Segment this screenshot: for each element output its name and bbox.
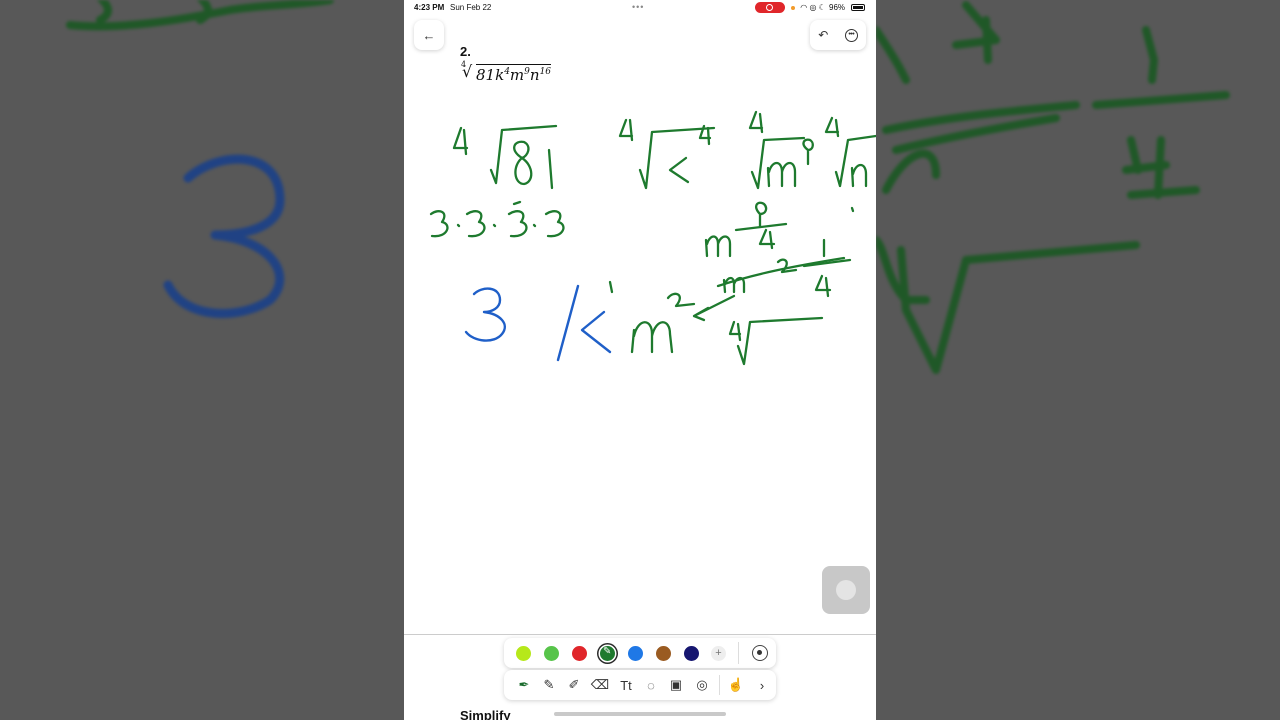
image-icon[interactable]: ▣ — [666, 675, 686, 695]
handwriting-canvas[interactable] — [404, 0, 876, 634]
ink-letter-n — [850, 163, 868, 188]
assistive-touch-button[interactable] — [822, 566, 870, 614]
color-swatch-lime[interactable] — [516, 646, 531, 661]
ink-letter-m — [704, 235, 732, 258]
ink-letter-m — [766, 161, 797, 188]
ink-tick — [850, 206, 855, 213]
tool-divider — [719, 675, 720, 695]
tool-bar: ✒ ✎ ✐ ⌫ Tt ◌ ▣ ◎ ☝ › — [504, 670, 776, 700]
ink-exponent-1 — [608, 280, 614, 294]
hand-icon[interactable]: ☝ — [726, 675, 746, 695]
palette-divider — [738, 642, 739, 664]
ink-denominator-4 — [814, 274, 832, 298]
ink-letter-k — [668, 156, 690, 184]
ink-dot — [492, 223, 497, 228]
ink-radical — [736, 316, 824, 366]
highlighter-icon[interactable]: ✐ — [564, 675, 584, 695]
pen-icon[interactable]: ✒ — [514, 675, 534, 695]
home-indicator[interactable] — [554, 712, 726, 716]
ink-index-4 — [824, 116, 840, 138]
next-problem-label: Simplify — [460, 708, 511, 720]
ink-arrow — [692, 294, 736, 322]
color-swatch-dark-green[interactable] — [600, 646, 615, 661]
color-palette: + — [504, 638, 776, 668]
ink-index-4 — [748, 110, 764, 134]
lasso-icon[interactable]: ◌ — [641, 675, 661, 695]
ink-exponent-2 — [666, 292, 696, 308]
ink-index-4 — [452, 126, 469, 156]
ink-exponent-9 — [802, 138, 814, 166]
text-tool-icon[interactable]: Tt — [616, 675, 636, 695]
ink-tick — [512, 200, 522, 206]
left-backdrop — [0, 0, 404, 720]
ink-dot — [532, 223, 537, 228]
blue-ink-strokes — [464, 284, 612, 362]
eraser-icon[interactable]: ⌫ — [590, 675, 610, 695]
ink-fraction-4 — [758, 228, 776, 250]
right-backdrop — [876, 0, 1280, 720]
ink-answer-k — [556, 284, 612, 362]
ink-radical — [489, 124, 558, 185]
ink-letter-m — [630, 321, 674, 354]
ink-digit-1 — [547, 148, 554, 190]
stroke-size-icon[interactable] — [752, 645, 768, 661]
ink-digit-8 — [513, 140, 533, 186]
ink-answer-3 — [464, 287, 506, 342]
ink-digit-3 — [544, 210, 565, 238]
ink-index-4 — [728, 320, 742, 342]
notes-app-screen: 4:23 PM Sun Feb 22 ••• ◠ ◎ ☾ 96% ← ↶ •••… — [404, 0, 876, 720]
ink-digit-3 — [507, 210, 528, 238]
color-swatch-brown[interactable] — [656, 646, 671, 661]
ink-digit-3 — [465, 210, 486, 238]
ink-digit-3 — [429, 210, 449, 238]
ink-dot — [456, 223, 461, 228]
ink-index-4 — [618, 118, 634, 142]
shape-icon[interactable]: ◎ — [692, 675, 712, 695]
add-color-icon[interactable]: + — [711, 646, 726, 661]
color-swatch-navy[interactable] — [684, 646, 699, 661]
ink-radical — [834, 134, 876, 188]
green-ink-strokes — [429, 110, 876, 366]
ink-fraction-9 — [755, 201, 768, 228]
toolbar-divider — [404, 634, 876, 635]
color-swatch-red[interactable] — [572, 646, 587, 661]
color-swatch-blue[interactable] — [628, 646, 643, 661]
pencil-icon[interactable]: ✎ — [539, 675, 559, 695]
chevron-right-icon[interactable]: › — [752, 675, 772, 695]
color-swatch-green[interactable] — [544, 646, 559, 661]
